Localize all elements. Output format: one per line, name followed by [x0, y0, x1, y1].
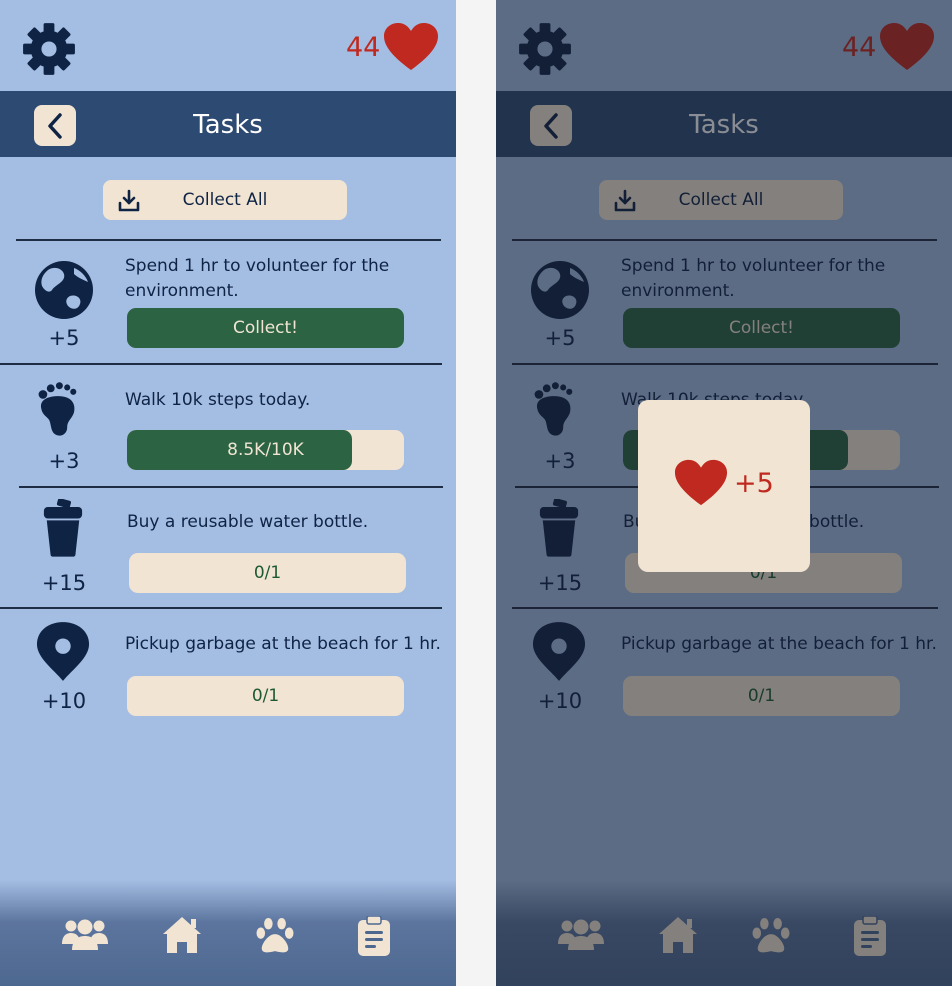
tasks-screen: 44 Tasks Collect All +5 Spend 1 hr to vo…	[0, 0, 456, 986]
progress-bar: 0/1	[129, 553, 406, 593]
task-points: +3	[48, 449, 80, 473]
task-description: Pickup garbage at the beach for 1 hr.	[125, 634, 441, 654]
friends-icon[interactable]	[62, 918, 108, 950]
paw-icon[interactable]	[254, 918, 296, 954]
heart-icon	[674, 458, 728, 508]
collect-button[interactable]: Collect!	[127, 308, 404, 348]
progress-bar: 0/1	[127, 676, 404, 716]
page-title: Tasks	[193, 110, 263, 140]
collect-all-label: Collect All	[182, 190, 268, 210]
divider	[0, 607, 442, 609]
task-points: +10	[41, 689, 87, 713]
task-description: Spend 1 hr to volunteer for theenvironme…	[125, 256, 390, 301]
footprint-icon	[36, 380, 88, 440]
globe-icon	[34, 260, 94, 320]
hearts-counter: 44	[346, 24, 439, 70]
gear-icon[interactable]	[22, 22, 76, 76]
task-points: +5	[48, 326, 80, 350]
hearts-count: 44	[346, 31, 381, 63]
home-icon[interactable]	[162, 916, 202, 954]
map-pin-icon	[36, 621, 90, 681]
heart-icon	[383, 22, 439, 72]
tasks-screen-reward-popup: 44 Tasks Collect All +5 Spend 1 hr to vo…	[496, 0, 952, 986]
reward-amount: +5	[734, 468, 774, 499]
clipboard-icon[interactable]	[358, 916, 390, 956]
bottom-nav	[0, 880, 456, 986]
divider	[19, 486, 443, 488]
collect-all-button[interactable]: Collect All	[103, 180, 347, 220]
task-description: Buy a reusable water bottle.	[127, 512, 369, 532]
task-description: Walk 10k steps today.	[125, 390, 311, 410]
divider	[16, 239, 441, 241]
task-points: +15	[41, 571, 87, 595]
divider	[0, 363, 442, 365]
reward-popup: +5	[638, 400, 810, 572]
progress-bar: 8.5K/10K	[127, 430, 404, 470]
water-bottle-icon	[42, 499, 84, 557]
